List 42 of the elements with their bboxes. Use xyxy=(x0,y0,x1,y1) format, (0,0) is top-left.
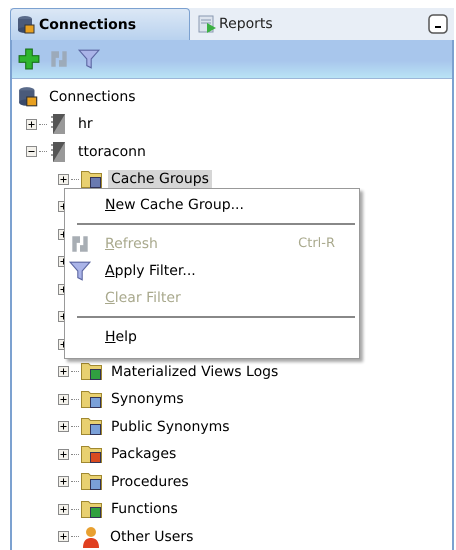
minimize-icon[interactable] xyxy=(428,14,448,34)
tree-item[interactable]: Packages xyxy=(108,445,180,464)
expand-icon[interactable] xyxy=(58,421,69,432)
tree-item[interactable]: Other Users xyxy=(107,528,196,546)
folder-icon xyxy=(81,446,102,463)
expand-icon[interactable] xyxy=(58,448,69,460)
shortcut-text: Ctrl-R xyxy=(298,236,335,251)
database-icon xyxy=(18,86,40,108)
folder-icon xyxy=(81,170,102,188)
report-icon xyxy=(197,14,217,34)
tree-item[interactable]: Functions xyxy=(108,500,181,518)
menu-item[interactable]: New Cache Group... xyxy=(65,191,359,218)
filter-icon[interactable] xyxy=(78,48,100,70)
expand-icon[interactable] xyxy=(58,394,69,405)
tree-item[interactable]: hr xyxy=(75,115,96,134)
tab[interactable]: Connections xyxy=(10,8,190,40)
folder-icon xyxy=(81,418,102,436)
tree-item[interactable]: Cache Groups xyxy=(108,170,212,188)
folder-icon xyxy=(81,500,102,518)
tree-item[interactable]: Synonyms xyxy=(108,390,187,408)
folder-icon xyxy=(81,473,102,490)
expand-icon[interactable] xyxy=(26,118,37,130)
expand-icon[interactable] xyxy=(58,476,69,488)
tree-item[interactable]: Materialized Views Logs xyxy=(108,362,282,381)
collapse-icon[interactable] xyxy=(26,146,37,158)
tree-item[interactable]: Public Synonyms xyxy=(108,418,233,436)
user-icon xyxy=(81,526,101,548)
tree-item[interactable]: Procedures xyxy=(108,472,192,491)
expand-icon[interactable] xyxy=(58,366,69,378)
menu-item[interactable]: Help xyxy=(65,323,359,350)
add-icon[interactable] xyxy=(18,48,40,70)
tree-item[interactable]: ttoraconn xyxy=(75,142,149,161)
folder-icon xyxy=(81,363,102,380)
database-icon xyxy=(17,14,37,34)
tree-item[interactable]: Connections xyxy=(46,88,139,106)
tab[interactable]: Reports xyxy=(190,8,286,40)
expand-icon[interactable] xyxy=(58,174,69,185)
folder-icon xyxy=(81,390,102,408)
filter-icon xyxy=(69,260,91,282)
expand-icon[interactable] xyxy=(58,531,69,542)
menu-item[interactable]: Apply Filter... xyxy=(65,257,359,284)
expand-icon[interactable] xyxy=(58,504,69,515)
